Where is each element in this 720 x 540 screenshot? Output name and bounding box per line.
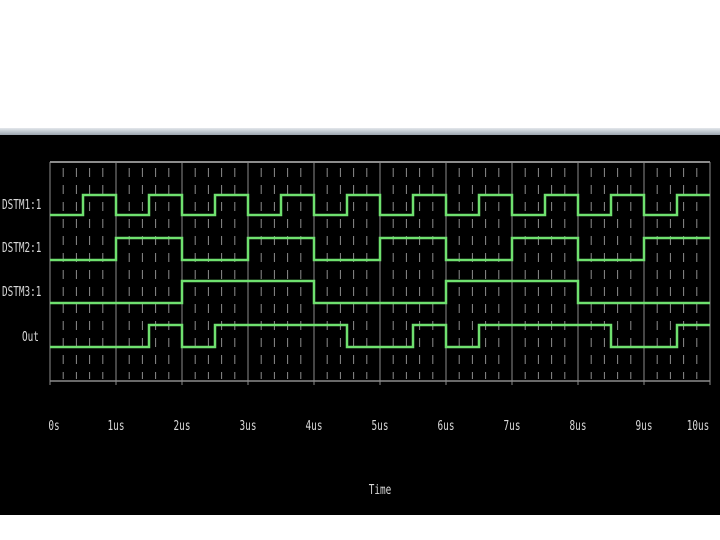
waveform-trace-dstm11 — [50, 193, 710, 217]
time-tick-label: 4us — [305, 419, 323, 434]
waveform-plot[interactable] — [0, 135, 720, 515]
signal-label: DSTM2:1 — [2, 241, 42, 256]
time-axis-title: Time — [368, 483, 392, 498]
waveform-trace-dstm21 — [50, 236, 710, 262]
time-tick-label: 0s — [48, 419, 60, 434]
blank-top-area — [0, 0, 720, 128]
time-tick-label: 9us — [635, 419, 653, 434]
time-tick-label: 10us — [686, 419, 710, 434]
signal-label: Out — [22, 330, 39, 345]
time-tick-label: 7us — [503, 419, 521, 434]
signal-label: DSTM1:1 — [2, 198, 42, 213]
time-tick-label: 5us — [371, 419, 389, 434]
time-tick-label: 2us — [173, 419, 191, 434]
signal-label: DSTM3:1 — [2, 285, 42, 300]
blank-bottom-area — [0, 515, 720, 540]
time-tick-label: 6us — [437, 419, 455, 434]
window-border — [0, 128, 720, 135]
time-tick-label: 1us — [107, 419, 125, 434]
time-tick-label: 3us — [239, 419, 257, 434]
time-tick-label: 8us — [569, 419, 587, 434]
waveform-viewer[interactable]: DSTM1:1 DSTM2:1 DSTM3:1 Out 0s 1us 2us 3us 4us 5… — [0, 135, 720, 515]
